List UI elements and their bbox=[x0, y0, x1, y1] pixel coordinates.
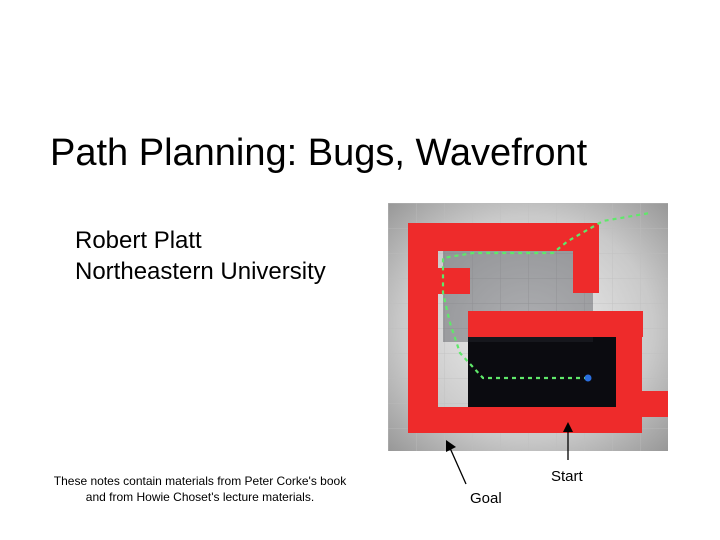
maze-svg bbox=[388, 203, 668, 451]
path-planning-diagram bbox=[388, 203, 668, 451]
goal-arrow-icon bbox=[440, 438, 480, 488]
start-label: Start bbox=[551, 468, 583, 485]
footer-line-2: and from Howie Choset's lecture material… bbox=[86, 490, 314, 504]
start-marker bbox=[585, 375, 592, 382]
slide-title: Path Planning: Bugs, Wavefront bbox=[50, 132, 587, 175]
footer-attribution: These notes contain materials from Peter… bbox=[35, 474, 365, 505]
goal-label: Goal bbox=[470, 490, 502, 507]
author-name: Robert Platt bbox=[75, 225, 326, 256]
footer-line-1: These notes contain materials from Peter… bbox=[54, 474, 346, 488]
author-affiliation: Northeastern University bbox=[75, 256, 326, 287]
author-block: Robert Platt Northeastern University bbox=[75, 225, 326, 287]
start-arrow-icon bbox=[548, 422, 588, 462]
